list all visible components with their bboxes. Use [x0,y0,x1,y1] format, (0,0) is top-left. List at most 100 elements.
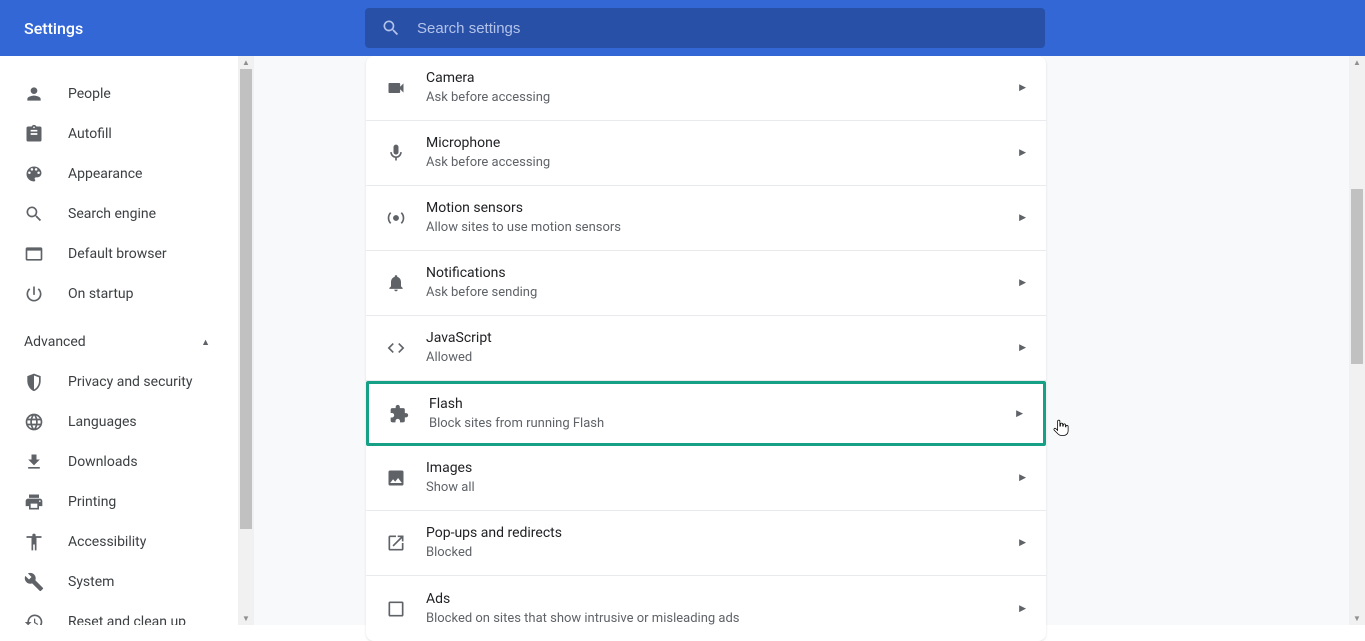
sidebar-item-privacy-and-security[interactable]: Privacy and security [0,362,234,402]
setting-row-flash[interactable]: FlashBlock sites from running Flash▶ [366,381,1046,446]
browser-icon [24,244,44,264]
main-scrollbar[interactable]: ▲ ▼ [1349,56,1365,625]
scroll-thumb[interactable] [1351,189,1363,364]
setting-row-microphone[interactable]: MicrophoneAsk before accessing▶ [366,121,1046,186]
setting-row-javascript[interactable]: JavaScriptAllowed▶ [366,316,1046,381]
setting-subtitle: Show all [426,478,1019,498]
setting-subtitle: Ask before accessing [426,88,1019,108]
restore-icon [24,612,44,625]
sidebar-item-label: Languages [68,414,137,430]
setting-title: Pop-ups and redirects [426,523,1019,543]
sidebar-item-label: System [68,574,114,590]
setting-title: Camera [426,68,1019,88]
scroll-thumb[interactable] [240,69,252,529]
sidebar-item-label: Autofill [68,126,112,142]
sidebar-item-accessibility[interactable]: Accessibility [0,522,234,562]
sidebar-item-label: Printing [68,494,116,510]
power-icon [24,284,44,304]
sidebar-item-autofill[interactable]: Autofill [0,114,234,154]
ads-icon [386,599,406,619]
sidebar-item-label: Privacy and security [68,374,192,390]
setting-title: Motion sensors [426,198,1019,218]
sidebar-item-label: Appearance [68,166,142,182]
sidebar-item-people[interactable]: People [0,74,234,114]
sidebar-item-label: Search engine [68,206,156,222]
search-icon [24,204,44,224]
sidebar-item-default-browser[interactable]: Default browser [0,234,234,274]
setting-row-notifications[interactable]: NotificationsAsk before sending▶ [366,251,1046,316]
sidebar-item-search-engine[interactable]: Search engine [0,194,234,234]
image-icon [386,468,406,488]
setting-subtitle: Allowed [426,348,1019,368]
sidebar-item-label: People [68,86,111,102]
advanced-toggle[interactable]: Advanced ▲ [0,322,234,362]
setting-title: Images [426,458,1019,478]
setting-row-camera[interactable]: CameraAsk before accessing▶ [366,56,1046,121]
sidebar-item-label: On startup [68,286,134,302]
launch-icon [386,533,406,553]
sidebar: People Autofill Appearance Search engine Def… [0,56,254,625]
sidebar-item-on-startup[interactable]: On startup [0,274,234,314]
search-input[interactable] [417,20,1029,37]
sensors-icon [386,208,406,228]
assignment-icon [24,124,44,144]
setting-title: Microphone [426,133,1019,153]
header: Settings [0,0,1365,56]
scroll-up-icon[interactable]: ▲ [242,56,250,69]
sidebar-scrollbar[interactable]: ▲ ▼ [238,56,254,625]
setting-subtitle: Block sites from running Flash [429,414,1016,434]
setting-row-images[interactable]: ImagesShow all▶ [366,446,1046,511]
scroll-up-icon[interactable]: ▲ [1353,56,1361,69]
chevron-right-icon: ▶ [1019,604,1026,614]
mic-icon [386,143,406,163]
sidebar-item-label: Accessibility [68,534,146,550]
setting-title: Notifications [426,263,1019,283]
setting-title: Ads [426,589,1019,609]
chevron-right-icon: ▶ [1016,409,1023,419]
code-icon [386,338,406,358]
download-icon [24,452,44,472]
advanced-label: Advanced [24,334,86,350]
setting-subtitle: Blocked [426,543,1019,563]
chevron-right-icon: ▶ [1019,148,1026,158]
sidebar-item-reset-and-clean-up[interactable]: Reset and clean up [0,602,234,625]
sidebar-item-printing[interactable]: Printing [0,482,234,522]
setting-row-motion-sensors[interactable]: Motion sensorsAllow sites to use motion … [366,186,1046,251]
setting-row-ads[interactable]: AdsBlocked on sites that show intrusive … [366,576,1046,641]
sidebar-item-label: Default browser [68,246,167,262]
videocam-icon [386,78,406,98]
extension-icon [389,404,409,424]
search-icon [381,18,401,38]
sidebar-item-label: Downloads [68,454,138,470]
person-icon [24,84,44,104]
cursor-pointer-icon [1052,417,1070,439]
language-icon [24,412,44,432]
build-icon [24,572,44,592]
chevron-up-icon: ▲ [201,337,210,348]
chevron-right-icon: ▶ [1019,278,1026,288]
print-icon [24,492,44,512]
accessibility-icon [24,532,44,552]
setting-title: JavaScript [426,328,1019,348]
setting-subtitle: Ask before accessing [426,153,1019,173]
sidebar-item-system[interactable]: System [0,562,234,602]
scroll-down-icon[interactable]: ▼ [242,612,250,625]
setting-title: Flash [429,394,1016,414]
page-title: Settings [24,19,83,38]
chevron-right-icon: ▶ [1019,343,1026,353]
sidebar-item-downloads[interactable]: Downloads [0,442,234,482]
chevron-right-icon: ▶ [1019,473,1026,483]
chevron-right-icon: ▶ [1019,538,1026,548]
chevron-right-icon: ▶ [1019,213,1026,223]
scroll-down-icon[interactable]: ▼ [1353,612,1361,625]
security-icon [24,372,44,392]
search-container[interactable] [365,8,1045,48]
setting-subtitle: Ask before sending [426,283,1019,303]
sidebar-item-appearance[interactable]: Appearance [0,154,234,194]
sidebar-item-languages[interactable]: Languages [0,402,234,442]
settings-card: CameraAsk before accessing▶MicrophoneAsk… [366,56,1046,641]
setting-row-pop-ups-and-redirects[interactable]: Pop-ups and redirectsBlocked▶ [366,511,1046,576]
main-content: CameraAsk before accessing▶MicrophoneAsk… [254,56,1365,625]
palette-icon [24,164,44,184]
chevron-right-icon: ▶ [1019,83,1026,93]
